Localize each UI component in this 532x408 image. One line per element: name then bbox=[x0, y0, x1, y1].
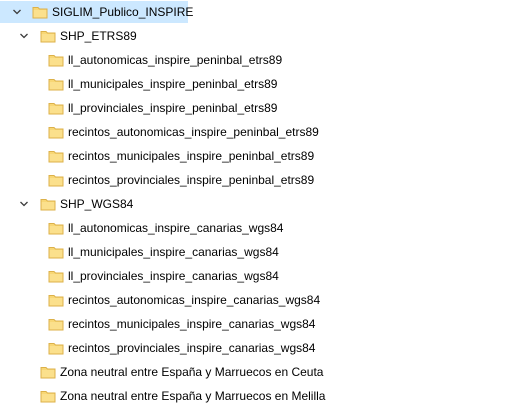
chevron-down-icon[interactable] bbox=[17, 197, 31, 211]
chevron-down-icon[interactable] bbox=[17, 29, 31, 43]
tree-item-label: ll_provinciales_inspire_canarias_wgs84 bbox=[68, 269, 279, 283]
folder-icon bbox=[48, 340, 64, 356]
chevron-down-icon[interactable] bbox=[10, 5, 24, 19]
tree-item-file-folder[interactable]: ll_municipales_inspire_canarias_wgs84 bbox=[0, 240, 532, 264]
folder-icon bbox=[40, 364, 56, 380]
tree-item-label: recintos_autonomicas_inspire_peninbal_et… bbox=[68, 125, 319, 139]
tree-item-file-folder[interactable]: recintos_autonomicas_inspire_peninbal_et… bbox=[0, 120, 532, 144]
folder-icon bbox=[40, 196, 56, 212]
tree-item-file-folder[interactable]: recintos_provinciales_inspire_canarias_w… bbox=[0, 336, 532, 360]
tree-item-shp-wgs84[interactable]: SHP_WGS84 bbox=[0, 192, 532, 216]
tree-item-file-folder[interactable]: recintos_municipales_inspire_canarias_wg… bbox=[0, 312, 532, 336]
folder-icon bbox=[48, 316, 64, 332]
tree-item-label: ll_municipales_inspire_canarias_wgs84 bbox=[68, 245, 279, 259]
folder-icon bbox=[40, 28, 56, 44]
folder-icon bbox=[48, 268, 64, 284]
tree-item-label: Zona neutral entre España y Marruecos en… bbox=[60, 389, 326, 403]
tree-item-file-folder[interactable]: recintos_provinciales_inspire_peninbal_e… bbox=[0, 168, 532, 192]
folder-icon bbox=[48, 220, 64, 236]
tree-item-file-folder[interactable]: ll_autonomicas_inspire_canarias_wgs84 bbox=[0, 216, 532, 240]
folder-icon bbox=[48, 292, 64, 308]
tree-item-label: Zona neutral entre España y Marruecos en… bbox=[60, 365, 324, 379]
tree-item-label: recintos_provinciales_inspire_canarias_w… bbox=[68, 341, 316, 355]
tree-item-label: recintos_provinciales_inspire_peninbal_e… bbox=[68, 173, 315, 187]
folder-icon bbox=[32, 4, 48, 20]
tree-item-shp-etrs89[interactable]: SHP_ETRS89 bbox=[0, 24, 532, 48]
tree-item-file-folder[interactable]: ll_municipales_inspire_peninbal_etrs89 bbox=[0, 72, 532, 96]
tree-item-label: recintos_municipales_inspire_canarias_wg… bbox=[68, 317, 316, 331]
folder-tree: SIGLIM_Publico_INSPIRE SHP_ETRS89 ll_aut… bbox=[0, 0, 532, 405]
tree-item-label: recintos_municipales_inspire_peninbal_et… bbox=[68, 149, 315, 163]
tree-item-label: SHP_ETRS89 bbox=[60, 29, 137, 43]
tree-item-label: SIGLIM_Publico_INSPIRE bbox=[52, 5, 194, 19]
tree-item-file-folder[interactable]: recintos_autonomicas_inspire_canarias_wg… bbox=[0, 288, 532, 312]
tree-item-file-folder[interactable]: ll_autonomicas_inspire_peninbal_etrs89 bbox=[0, 48, 532, 72]
tree-item-label: ll_municipales_inspire_peninbal_etrs89 bbox=[68, 77, 278, 91]
tree-item-label: ll_autonomicas_inspire_peninbal_etrs89 bbox=[68, 53, 283, 67]
tree-item-label: ll_autonomicas_inspire_canarias_wgs84 bbox=[68, 221, 284, 235]
folder-icon bbox=[48, 76, 64, 92]
tree-item-label: SHP_WGS84 bbox=[60, 197, 134, 211]
folder-icon bbox=[48, 172, 64, 188]
folder-icon bbox=[48, 124, 64, 140]
folder-icon bbox=[48, 52, 64, 68]
tree-item-label: ll_provinciales_inspire_peninbal_etrs89 bbox=[68, 101, 278, 115]
tree-item-zona-ceuta[interactable]: Zona neutral entre España y Marruecos en… bbox=[0, 360, 532, 384]
folder-icon bbox=[48, 100, 64, 116]
tree-item-file-folder[interactable]: recintos_municipales_inspire_peninbal_et… bbox=[0, 144, 532, 168]
tree-item-file-folder[interactable]: ll_provinciales_inspire_canarias_wgs84 bbox=[0, 264, 532, 288]
tree-item-zona-melilla[interactable]: Zona neutral entre España y Marruecos en… bbox=[0, 384, 532, 408]
folder-icon bbox=[48, 244, 64, 260]
tree-item-label: recintos_autonomicas_inspire_canarias_wg… bbox=[68, 293, 321, 307]
tree-item-root[interactable]: SIGLIM_Publico_INSPIRE bbox=[0, 0, 193, 24]
tree-item-file-folder[interactable]: ll_provinciales_inspire_peninbal_etrs89 bbox=[0, 96, 532, 120]
folder-icon bbox=[40, 388, 56, 404]
folder-icon bbox=[48, 148, 64, 164]
